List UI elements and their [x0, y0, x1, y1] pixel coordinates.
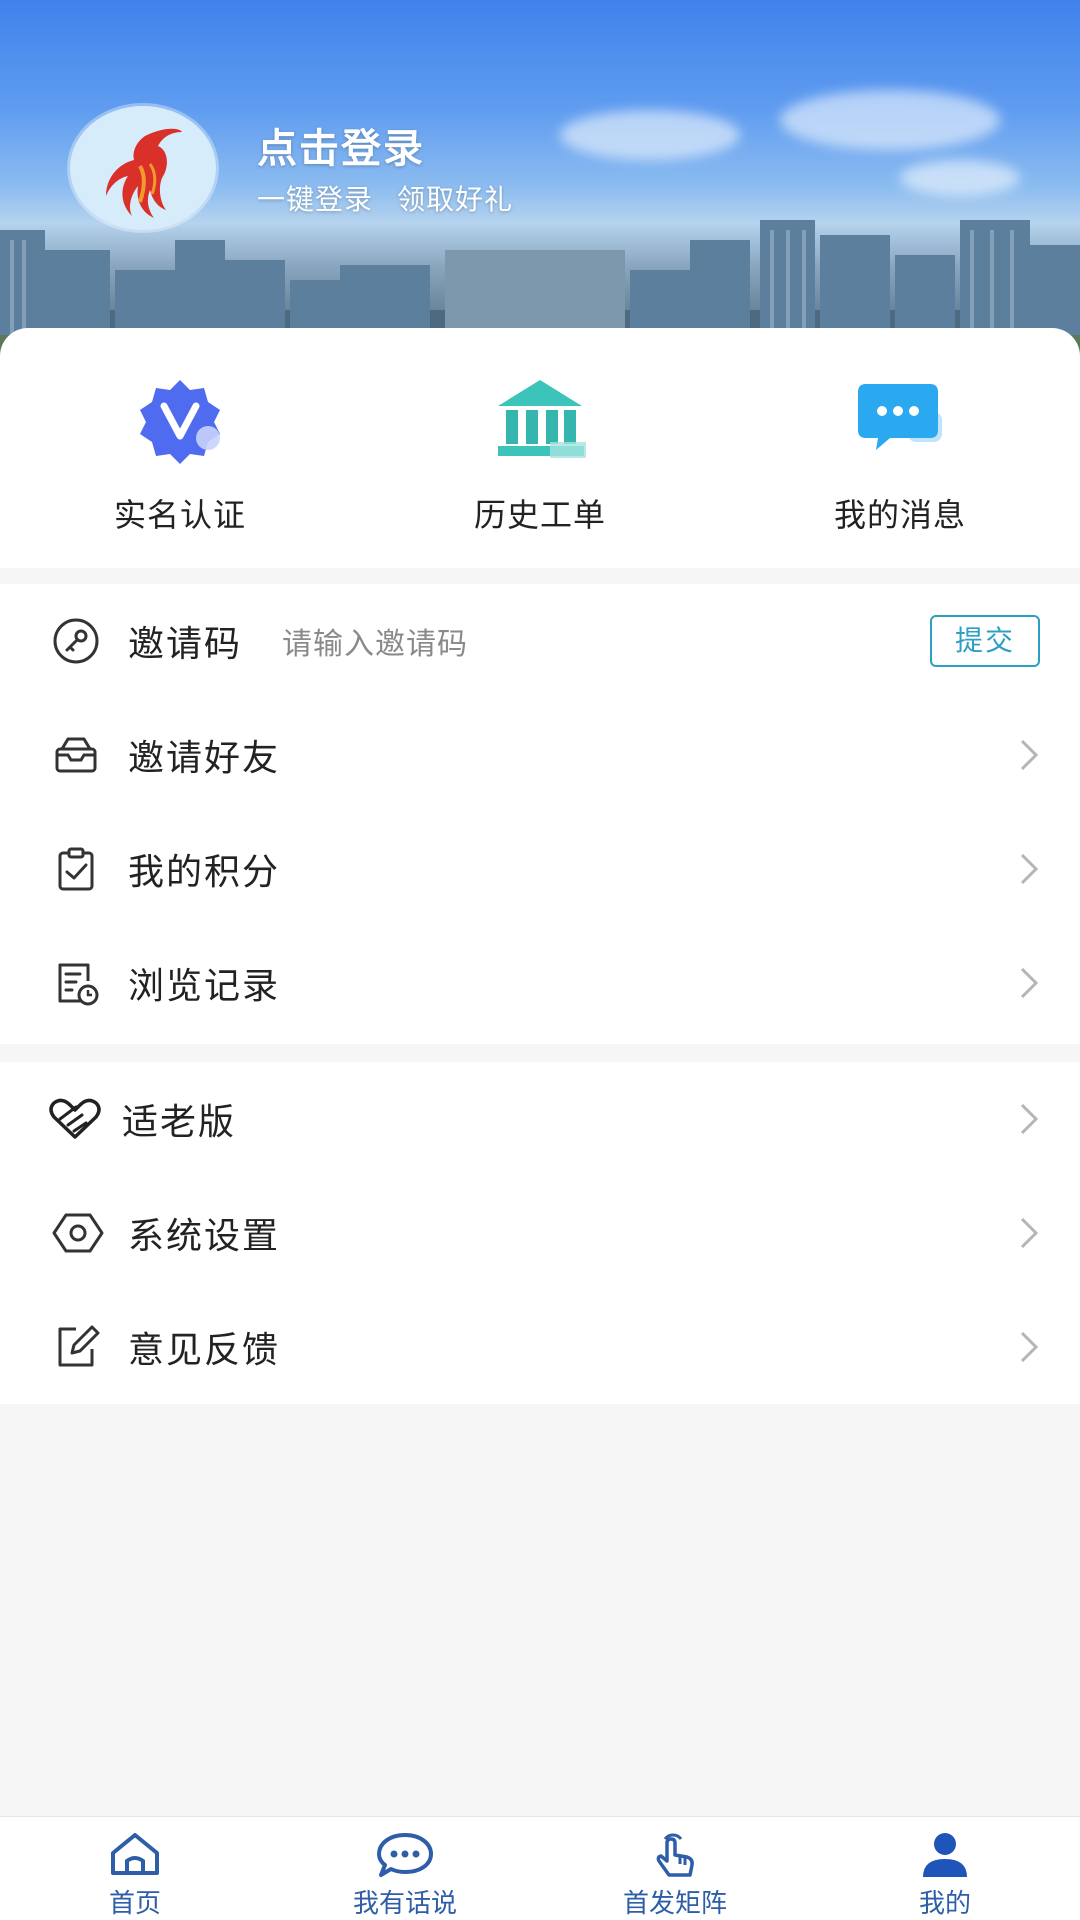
- quick-actions-card: 实名认证 历史工单 我的消息: [0, 328, 1080, 568]
- cloud: [560, 110, 740, 160]
- chat-bubble-icon: [858, 384, 942, 450]
- inbox-icon: [55, 737, 97, 773]
- key-circle-icon: [53, 618, 99, 664]
- quick-action-label: 历史工单: [473, 496, 606, 534]
- verified-badge-icon: [140, 380, 220, 464]
- menu-item-label: 我的积分: [128, 852, 281, 893]
- profile-header: 点击登录 一键登录 领取好礼: [0, 0, 1080, 360]
- menu-item-label: 邀请好友: [128, 738, 281, 779]
- person-icon: [923, 1833, 967, 1877]
- tab-speak[interactable]: 我有话说: [270, 1817, 540, 1920]
- tab-label: 我有话说: [352, 1889, 457, 1919]
- quick-action-label: 我的消息: [833, 496, 966, 534]
- edit-icon: [58, 1325, 100, 1367]
- phoenix-logo-icon: [81, 106, 205, 230]
- chevron-right-icon: [1020, 1331, 1039, 1363]
- menu-section-account: 邀请码 请输入邀请码 提交 邀请好友 我的积分 浏览记录: [0, 584, 1080, 1044]
- chevron-right-icon: [1020, 1103, 1039, 1135]
- quick-action-messages[interactable]: 我的消息: [720, 328, 1080, 568]
- quick-action-real-name[interactable]: 实名认证: [0, 328, 360, 568]
- quick-action-label: 实名认证: [113, 496, 246, 534]
- chat-icon: [377, 1833, 433, 1877]
- menu-item-label: 意见反馈: [128, 1330, 281, 1371]
- chevron-right-icon: [1020, 967, 1039, 999]
- login-subtitle[interactable]: 一键登录 领取好礼: [257, 178, 513, 218]
- cloud: [780, 90, 1000, 150]
- submit-button[interactable]: 提交: [930, 615, 1040, 667]
- login-sub-gift: 领取好礼: [397, 183, 514, 216]
- home-icon: [111, 1833, 159, 1875]
- hex-settings-icon: [52, 1213, 104, 1253]
- menu-item-label: 浏览记录: [128, 966, 281, 1007]
- clipboard-check-icon: [58, 847, 94, 891]
- quick-action-history-orders[interactable]: 历史工单: [360, 328, 720, 568]
- menu-section-settings: 适老版 系统设置 意见反馈: [0, 1062, 1080, 1404]
- chevron-right-icon: [1020, 853, 1039, 885]
- history-doc-icon: [58, 963, 99, 1006]
- avatar[interactable]: [70, 106, 216, 230]
- login-sub-one-click: 一键登录: [257, 183, 374, 216]
- tab-label: 我的: [918, 1889, 971, 1919]
- chevron-right-icon: [1020, 1217, 1039, 1249]
- tab-home[interactable]: 首页: [0, 1817, 270, 1920]
- chevron-right-icon: [1020, 739, 1039, 771]
- invite-code-input[interactable]: 请输入邀请码: [282, 619, 468, 663]
- invite-code-row: 邀请码 请输入邀请码 提交: [0, 584, 1080, 698]
- tab-label: 首页: [108, 1889, 161, 1919]
- bank-building-icon: [498, 380, 586, 458]
- menu-item-my-points[interactable]: 我的积分: [0, 812, 1080, 926]
- menu-item-label: 系统设置: [128, 1216, 281, 1257]
- menu-item-browse-history[interactable]: 浏览记录: [0, 926, 1080, 1040]
- handshake-heart-icon: [49, 1098, 101, 1139]
- tap-hand-icon: [656, 1833, 694, 1877]
- tab-label: 首发矩阵: [622, 1889, 727, 1919]
- menu-item-elderly-mode[interactable]: 适老版: [0, 1062, 1080, 1176]
- invite-code-label: 邀请码: [128, 624, 243, 665]
- menu-item-label: 适老版: [122, 1102, 237, 1143]
- bottom-tab-bar: 首页 我有话说 首发矩阵 我的: [0, 1816, 1080, 1920]
- menu-item-system-settings[interactable]: 系统设置: [0, 1176, 1080, 1290]
- menu-item-invite-friends[interactable]: 邀请好友: [0, 698, 1080, 812]
- login-title[interactable]: 点击登录: [257, 116, 425, 174]
- tab-mine[interactable]: 我的: [810, 1817, 1080, 1920]
- tab-matrix[interactable]: 首发矩阵: [540, 1817, 810, 1920]
- menu-item-feedback[interactable]: 意见反馈: [0, 1290, 1080, 1404]
